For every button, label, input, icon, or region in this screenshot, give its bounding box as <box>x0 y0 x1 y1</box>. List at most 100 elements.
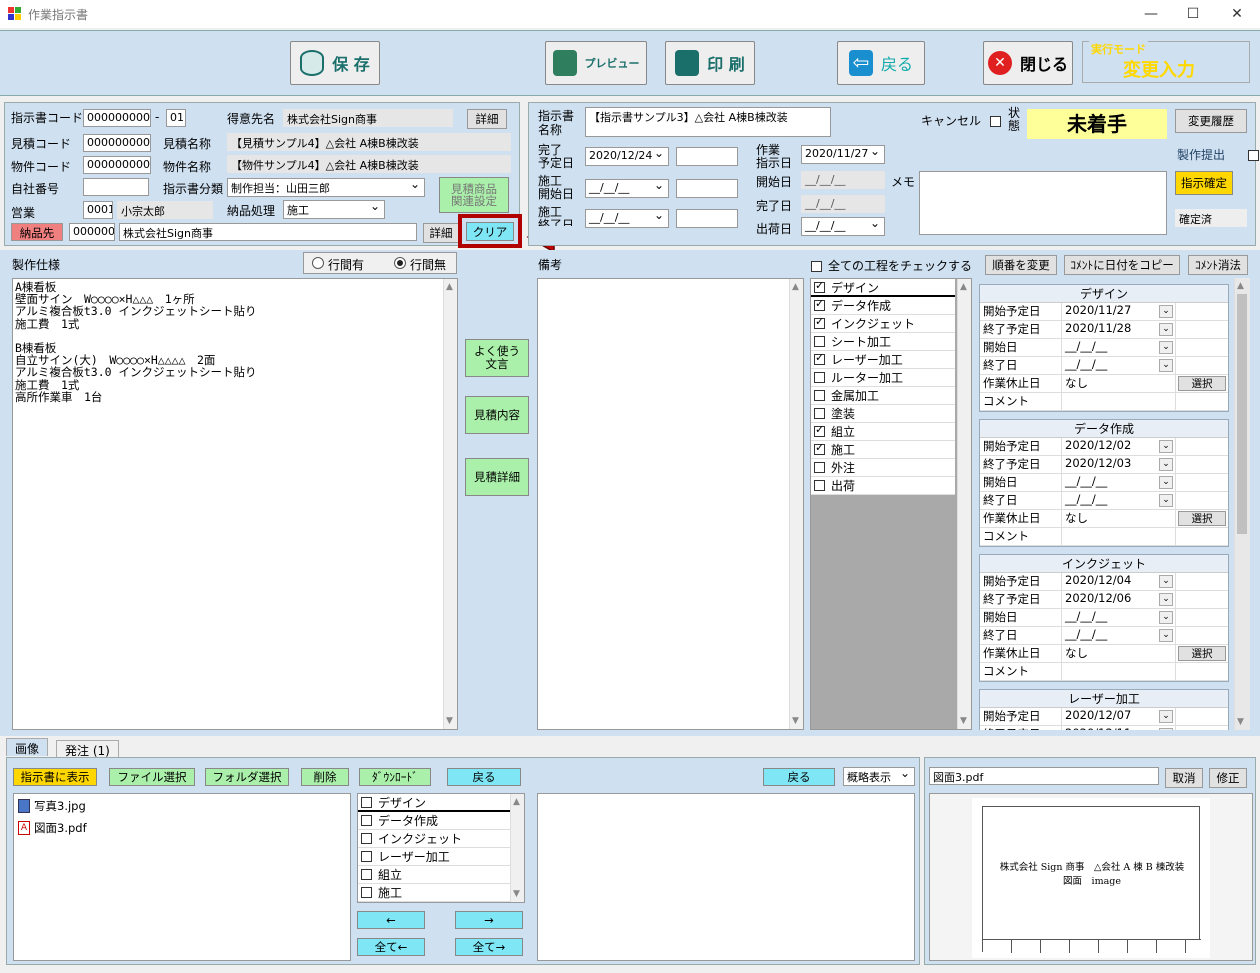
date-dropdown-icon[interactable]: ⌄ <box>1159 575 1173 588</box>
tab-images[interactable]: 画像 <box>6 738 49 756</box>
process-item[interactable]: 外注 <box>811 459 955 477</box>
radio-with-spacing[interactable] <box>312 257 324 269</box>
process-checkbox[interactable] <box>814 390 825 401</box>
memo-textarea[interactable] <box>919 171 1167 235</box>
date-dropdown-icon[interactable]: ⌄ <box>1159 323 1173 336</box>
save-button[interactable]: 保 存 <box>290 41 380 85</box>
process-checkbox[interactable] <box>814 297 825 311</box>
folder-select-button[interactable]: フォルダ選択 <box>205 768 289 786</box>
cancel-button[interactable]: 取消 <box>1165 768 1203 788</box>
stage-row-value[interactable]: 2020/12/03 ⌄ <box>1062 456 1176 473</box>
process-checkbox[interactable] <box>814 315 825 329</box>
est-content-button[interactable]: 見積内容 <box>465 396 529 434</box>
modify-button[interactable]: 修正 <box>1209 768 1247 788</box>
image-process-scrollbar[interactable]: ▲ ▼ <box>510 794 524 902</box>
stage-row-value[interactable]: 2020/11/27 ⌄ <box>1062 303 1176 320</box>
process-checkbox[interactable] <box>814 336 825 347</box>
const-end-date-picker[interactable]: __/__/__ <box>585 209 669 228</box>
process-item[interactable]: 出荷 <box>811 477 955 495</box>
file-item-1[interactable]: A 図面3.pdf <box>18 820 87 836</box>
deliver-detail-button[interactable]: 詳細 <box>423 223 459 243</box>
date-dropdown-icon[interactable]: ⌄ <box>1159 611 1173 624</box>
prop-code-field[interactable]: 0000000004 <box>83 156 151 174</box>
stage-row-value[interactable]: 2020/12/07 ⌄ <box>1062 708 1176 725</box>
confirm-button[interactable]: 指示確定 <box>1175 171 1233 195</box>
stage-row-value[interactable]: __/__/__ ⌄ <box>1062 492 1176 509</box>
process-item[interactable]: インクジェット <box>811 315 955 333</box>
date-dropdown-icon[interactable]: ⌄ <box>1159 341 1173 354</box>
date-dropdown-icon[interactable]: ⌄ <box>1159 710 1173 723</box>
image-process-checkbox[interactable] <box>361 796 372 808</box>
file-list[interactable]: 写真3.jpg A 図面3.pdf <box>13 793 351 961</box>
est-code-field[interactable]: 0000000004 <box>83 134 151 152</box>
tab-orders[interactable]: 発注 (1) <box>56 740 119 758</box>
date-dropdown-icon[interactable]: ⌄ <box>1159 458 1173 471</box>
move-left-button[interactable]: ← <box>357 911 425 929</box>
stage-row-value[interactable]: 2020/12/06 ⌄ <box>1062 591 1176 608</box>
copy-dates-button[interactable]: ｺﾒﾝﾄに日付をコピー <box>1064 255 1180 275</box>
stage-row-value[interactable]: __/__/__ ⌄ <box>1062 357 1176 374</box>
stage-row-value[interactable]: __/__/__ ⌄ <box>1062 339 1176 356</box>
due-date-picker[interactable]: 2020/12/24 <box>585 147 669 166</box>
process-checkbox[interactable] <box>814 423 825 437</box>
check-all-checkbox[interactable] <box>811 261 822 272</box>
image-process-checkbox[interactable] <box>361 815 372 826</box>
date-dropdown-icon[interactable]: ⌄ <box>1159 305 1173 318</box>
process-checkbox[interactable] <box>814 279 825 293</box>
image-process-item[interactable]: データ作成 <box>358 812 510 830</box>
process-checkbox[interactable] <box>814 372 825 383</box>
back-button-left[interactable]: 戻る <box>447 768 521 786</box>
stage-row-value[interactable]: __/__/__ ⌄ <box>1062 474 1176 491</box>
close-window-button[interactable]: ✕ <box>1214 0 1260 28</box>
class-select[interactable]: 制作担当：山田三郎 <box>227 178 425 197</box>
process-item[interactable]: データ作成 <box>811 297 955 315</box>
process-checkbox[interactable] <box>814 351 825 365</box>
stage-row-value[interactable]: __/__/__ ⌄ <box>1062 609 1176 626</box>
submit-checkbox[interactable] <box>1247 150 1259 161</box>
notes-textarea[interactable]: ▲ ▼ <box>537 278 804 730</box>
file-select-button[interactable]: ファイル選択 <box>109 768 195 786</box>
move-right-button[interactable]: → <box>455 911 523 929</box>
clear-button[interactable]: クリア <box>466 222 514 241</box>
process-checkbox[interactable] <box>814 408 825 419</box>
date-dropdown-icon[interactable]: ⌄ <box>1159 728 1173 730</box>
stage-row-value[interactable]: 2020/12/04 ⌄ <box>1062 573 1176 590</box>
download-button[interactable]: ﾀﾞｳﾝﾛｰﾄﾞ <box>359 768 431 786</box>
est-goods-button[interactable]: 見積商品 関連設定 <box>439 177 509 213</box>
maximize-button[interactable]: ☐ <box>1170 0 1216 28</box>
sales-code-field[interactable]: 0001 <box>83 201 113 219</box>
est-detail-button[interactable]: 見積詳細 <box>465 458 529 496</box>
process-item[interactable]: 塗装 <box>811 405 955 423</box>
radio-no-spacing[interactable] <box>394 257 406 269</box>
delivery-proc-select[interactable]: 施工 <box>283 200 385 219</box>
delete-button[interactable]: 削除 <box>301 768 349 786</box>
deliver-code-field[interactable]: 0000001 <box>69 223 115 241</box>
file-item-0[interactable]: 写真3.jpg <box>18 798 86 814</box>
order-code-field[interactable]: 0000000003 <box>83 109 151 127</box>
back-button[interactable]: ⇦ 戻る <box>837 41 925 85</box>
process-checkbox[interactable] <box>814 441 825 455</box>
image-process-item[interactable]: デザイン <box>358 794 510 812</box>
stage-scrollbar[interactable]: ▲ ▼ <box>1234 278 1250 730</box>
image-process-checkbox[interactable] <box>361 851 372 862</box>
process-scrollbar[interactable]: ▲ ▼ <box>957 279 971 729</box>
date-dropdown-icon[interactable]: ⌄ <box>1159 359 1173 372</box>
process-item[interactable]: デザイン <box>811 279 955 297</box>
file-name-field[interactable]: 図面3.pdf <box>929 767 1159 785</box>
process-item[interactable]: 組立 <box>811 423 955 441</box>
stage-row-value[interactable]: 2020/11/28 ⌄ <box>1062 321 1176 338</box>
process-checkbox[interactable] <box>814 480 825 491</box>
process-item[interactable]: シート加工 <box>811 333 955 351</box>
const-start-date-picker[interactable]: __/__/__ <box>585 179 669 198</box>
history-button[interactable]: 変更履歴 <box>1175 109 1247 133</box>
assigned-list[interactable] <box>537 793 915 961</box>
image-process-item[interactable]: 施工 <box>358 884 510 902</box>
image-process-checkbox[interactable] <box>361 869 372 880</box>
preview-button[interactable]: プレビュー <box>545 41 647 85</box>
reorder-button[interactable]: 順番を変更 <box>985 255 1057 275</box>
const-start-time-field[interactable] <box>676 179 738 198</box>
notes-scrollbar[interactable]: ▲ ▼ <box>789 279 803 729</box>
due-time-field[interactable] <box>676 147 738 166</box>
move-all-right-button[interactable]: 全て→ <box>455 938 523 956</box>
date-dropdown-icon[interactable]: ⌄ <box>1159 494 1173 507</box>
